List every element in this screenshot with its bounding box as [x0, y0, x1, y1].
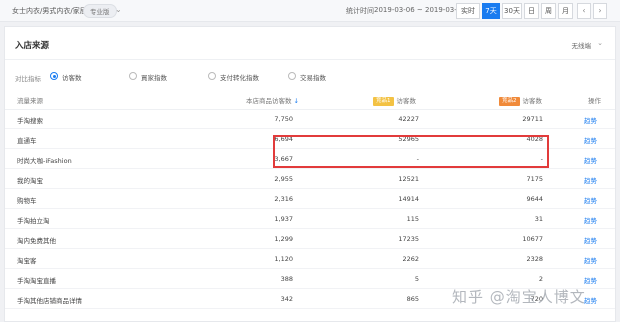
shop-visitors-value: 388	[280, 275, 293, 283]
source-name: 时尚大咖-iFashion	[17, 157, 72, 165]
radio-buyer-index[interactable]	[129, 72, 137, 80]
comp1-value: 12521	[398, 175, 419, 183]
metric-label: 对比指标	[15, 75, 41, 83]
shop-visitors-value: 2,316	[274, 195, 293, 203]
header-action: 操作	[588, 97, 601, 105]
radio-label-trade-index[interactable]: 交易指数	[300, 72, 326, 82]
shop-visitors-value: 1,299	[274, 235, 293, 243]
comp2-value: 2328	[526, 255, 543, 263]
zhihu-watermark: 知乎 @淘宝人博文	[452, 288, 586, 306]
header-comp1: 竞品1 访客数	[373, 95, 416, 106]
table-row: 淘宝客 1,120 2262 2328 趋势	[5, 249, 615, 269]
trend-link[interactable]: 趋势	[584, 115, 597, 125]
radio-label-conversion-index[interactable]: 支付转化指数	[220, 72, 259, 82]
period-7d-button[interactable]: 7天	[482, 3, 500, 19]
header-source: 流量来源	[17, 97, 43, 105]
comp1-tag: 竞品1	[373, 97, 394, 106]
period-week-button[interactable]: 周	[541, 3, 556, 19]
comp1-value: 42227	[398, 115, 419, 123]
top-bar: 女士内衣/男式内衣/家居服 专业版 ⌄ 统计时间 2019-03-06 ~ 20…	[0, 0, 620, 22]
comp1-value: 17235	[398, 235, 419, 243]
radio-conversion-index[interactable]	[208, 72, 216, 80]
table-row: 淘内免费其他 1,299 17235 10677 趋势	[5, 229, 615, 249]
source-name: 手淘其他店铺商品详情	[17, 297, 82, 305]
period-realtime-button[interactable]: 实时	[456, 3, 480, 19]
comp2-value: 10677	[522, 235, 543, 243]
radio-visitors[interactable]	[50, 72, 58, 80]
shop-visitors-value: 1,120	[274, 255, 293, 263]
header-comp1-label: 访客数	[396, 97, 417, 105]
comp2-value: 2	[538, 275, 543, 283]
trend-link[interactable]: 趋势	[584, 295, 597, 305]
comp2-value: 9644	[526, 195, 543, 203]
comp1-value: 2262	[402, 255, 419, 263]
comp1-value: 14914	[398, 195, 419, 203]
source-name: 直通车	[17, 137, 37, 145]
source-name: 我的淘宝	[17, 177, 43, 185]
trend-link[interactable]: 趋势	[584, 155, 597, 165]
source-name: 手淘搜索	[17, 117, 43, 125]
category-breadcrumb[interactable]: 女士内衣/男式内衣/家居服	[12, 6, 94, 16]
comp2-tag: 竞品2	[499, 97, 520, 106]
comp1-value: 115	[406, 215, 419, 223]
period-30d-button[interactable]: 30天	[502, 3, 522, 19]
source-name: 购物车	[17, 197, 37, 205]
divider	[5, 59, 615, 60]
trend-link[interactable]: 趋势	[584, 215, 597, 225]
trend-link[interactable]: 趋势	[584, 195, 597, 205]
chevron-right-icon[interactable]: ›	[593, 3, 607, 19]
device-select[interactable]: 无线端	[572, 40, 592, 50]
trend-link[interactable]: 趋势	[584, 235, 597, 245]
comp1-value: 865	[406, 295, 419, 303]
stat-time-label: 统计时间	[346, 7, 374, 15]
chevron-down-icon[interactable]: ⌄	[115, 5, 122, 14]
annotation-highlight-box	[273, 135, 549, 168]
shop-visitors-value: 342	[280, 295, 293, 303]
card-title: 入店来源	[15, 41, 50, 51]
trend-link[interactable]: 趋势	[584, 135, 597, 145]
stat-date-range: 2019-03-06 ~ 2019-03-12	[374, 6, 466, 14]
source-name: 手淘淘宝直播	[17, 277, 56, 285]
table-row: 手淘拍立淘 1,937 115 31 趋势	[5, 209, 615, 229]
comp2-value: 29711	[522, 115, 543, 123]
table-row: 我的淘宝 2,955 12521 7175 趋势	[5, 169, 615, 189]
trend-link[interactable]: 趋势	[584, 275, 597, 285]
period-day-button[interactable]: 日	[524, 3, 539, 19]
trend-link[interactable]: 趋势	[584, 255, 597, 265]
shop-visitors-value: 1,937	[274, 215, 293, 223]
radio-label-buyer-index[interactable]: 買家指数	[141, 72, 167, 82]
radio-label-visitors[interactable]: 访客数	[62, 72, 82, 82]
shop-visitors-value: 7,750	[274, 115, 293, 123]
header-comp2-label: 访客数	[522, 97, 543, 105]
shop-visitors-value: 2,955	[274, 175, 293, 183]
comp2-value: 31	[534, 215, 543, 223]
trend-link[interactable]: 趋势	[584, 175, 597, 185]
header-comp2: 竞品2 访客数	[499, 95, 542, 106]
chevron-left-icon[interactable]: ‹	[577, 3, 591, 19]
comp1-value: 5	[414, 275, 419, 283]
table-row: 手淘搜索 7,750 42227 29711 趋势	[5, 109, 615, 129]
comp2-value: 7175	[526, 175, 543, 183]
table-row: 购物车 2,316 14914 9644 趋势	[5, 189, 615, 209]
source-name: 手淘拍立淘	[17, 217, 50, 225]
source-name: 淘宝客	[17, 257, 37, 265]
chevron-down-icon[interactable]: ⌄	[597, 39, 603, 47]
header-shop-visitors-label: 本店商品访客数	[245, 97, 292, 105]
period-month-button[interactable]: 月	[558, 3, 573, 19]
radio-trade-index[interactable]	[288, 72, 296, 80]
traffic-source-card: 入店来源 无线端 ⌄ 对比指标 访客数 買家指数 支付转化指数 交易指数 流量来…	[4, 26, 616, 322]
edition-badge: 专业版	[83, 4, 117, 18]
sort-down-icon[interactable]: ↓	[294, 97, 299, 105]
source-name: 淘内免费其他	[17, 237, 56, 245]
header-shop-visitors[interactable]: 本店商品访客数 ↓	[246, 95, 299, 105]
